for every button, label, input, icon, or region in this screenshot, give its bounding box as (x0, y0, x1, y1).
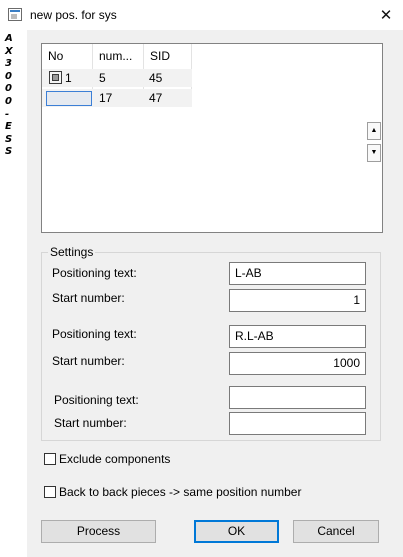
positioning-text-field[interactable]: L-AB (229, 262, 366, 285)
move-down-button[interactable]: ▼ (367, 144, 381, 162)
settings-group: Settings Positioning text: L-AB Start nu… (41, 245, 381, 441)
positioning-text-label: Positioning text: (52, 327, 137, 341)
row-sid: 45 (149, 71, 163, 85)
window-icon (8, 8, 22, 21)
row-num: 17 (99, 91, 113, 105)
title-bar: new pos. for sys ✕ (0, 0, 403, 30)
positioning-text-label: Positioning text: (52, 266, 137, 280)
positioning-text-field[interactable] (229, 386, 366, 409)
back-to-back-checkbox[interactable] (44, 486, 56, 498)
ok-button[interactable]: OK (194, 520, 279, 543)
positioning-text-label: Positioning text: (54, 393, 139, 407)
settings-legend: Settings (48, 245, 96, 259)
move-up-button[interactable]: ▲ (367, 122, 381, 140)
column-header-num[interactable]: num... (93, 44, 143, 68)
position-list[interactable]: No num... SID 1 5 45 17 47 (41, 43, 383, 233)
start-number-label: Start number: (52, 354, 125, 368)
list-row[interactable]: 1 5 45 (42, 69, 192, 87)
side-strip: AX3000 - ESS (0, 0, 27, 557)
start-number-label: Start number: (52, 291, 125, 305)
component-icon (49, 71, 62, 84)
column-header-no[interactable]: No (42, 44, 92, 68)
row-num: 5 (99, 71, 106, 85)
exclude-components-label[interactable]: Exclude components (59, 452, 170, 466)
row-sid: 47 (149, 91, 163, 105)
process-button[interactable]: Process (41, 520, 156, 543)
start-number-field[interactable]: 1000 (229, 352, 366, 375)
column-header-sid[interactable]: SID (144, 44, 192, 68)
row-no: 1 (65, 71, 72, 85)
focused-cell[interactable] (46, 91, 92, 106)
back-to-back-label[interactable]: Back to back pieces -> same position num… (59, 485, 301, 499)
exclude-components-checkbox[interactable] (44, 453, 56, 465)
start-number-field[interactable]: 1 (229, 289, 366, 312)
side-label: AX3000 - ESS (5, 33, 16, 158)
cancel-button[interactable]: Cancel (293, 520, 379, 543)
start-number-label: Start number: (54, 416, 127, 430)
positioning-text-field[interactable]: R.L-AB (229, 325, 366, 348)
close-button[interactable]: ✕ (372, 2, 400, 28)
dialog: new pos. for sys ✕ No num... SID 1 5 45 … (0, 0, 403, 557)
start-number-field[interactable] (229, 412, 366, 435)
window-title: new pos. for sys (30, 8, 117, 22)
